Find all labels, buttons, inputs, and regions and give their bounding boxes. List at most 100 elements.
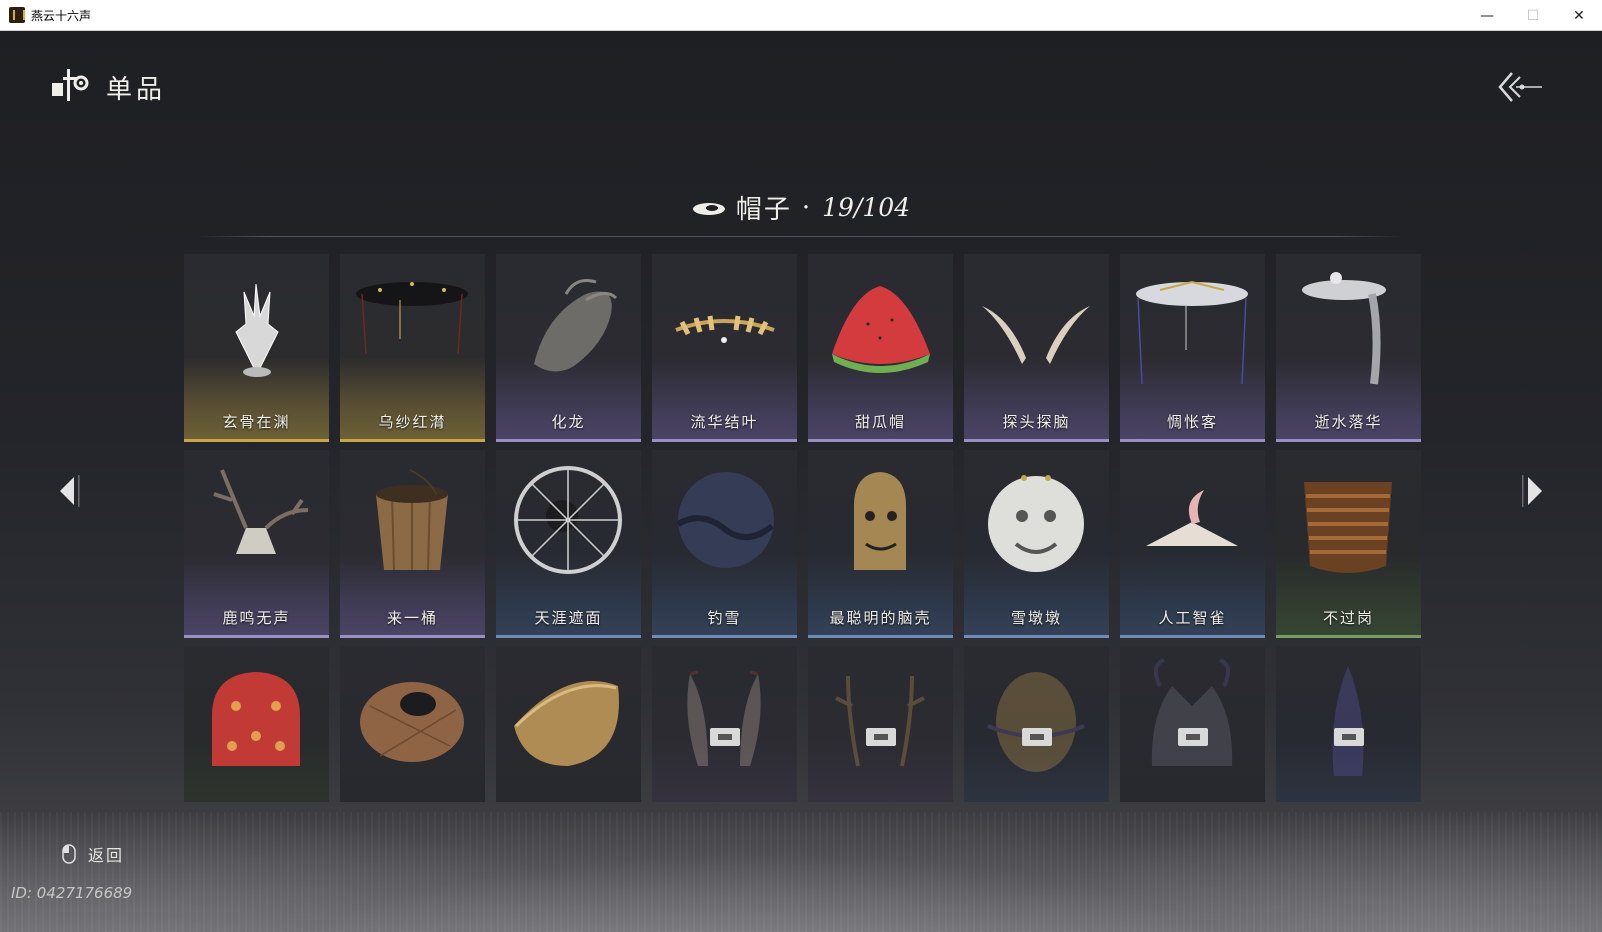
watermelon-hat-icon <box>832 286 930 373</box>
hat-item-card[interactable]: 逝水落华 <box>1276 254 1421 442</box>
hat-item-card[interactable]: 流华结叶 <box>652 254 797 442</box>
hat-item-name: 人工智雀 <box>1158 609 1227 627</box>
category-header: 帽子 · 19/104 <box>0 189 1602 226</box>
lock-icon <box>1178 728 1208 746</box>
category-name: 帽子 <box>735 195 792 225</box>
game-viewport: 单品 帽子 · 19/104 玄骨在渊 乌纱红潸 化龙 流华结叶 甜瓜帽 探头探脑 惆怅客 逝… <box>0 31 1602 932</box>
rarity-bar <box>652 635 797 638</box>
deer-skull-icon <box>213 469 309 554</box>
hat-item-card[interactable] <box>184 646 329 802</box>
snow-ground-decoration <box>0 812 1602 932</box>
hat-item-name: 天涯遮面 <box>534 609 603 627</box>
antler-crown-icon <box>835 675 925 767</box>
dark-cloth-hood-icon <box>676 472 774 568</box>
app-icon <box>9 7 25 23</box>
header-divider <box>197 236 1404 237</box>
hat-item-card[interactable]: 乌纱红潸 <box>340 254 485 442</box>
hat-item-name: 鹿鸣无声 <box>222 609 291 627</box>
lock-icon <box>1334 728 1364 746</box>
hat-item-name: 来一桶 <box>386 609 438 627</box>
hat-item-name: 玄骨在渊 <box>222 413 291 431</box>
hat-item-name: 雪墩墩 <box>1010 609 1062 627</box>
rarity-bar <box>964 439 1109 442</box>
hat-item-card[interactable]: 人工智雀 <box>1120 450 1265 638</box>
window-titlebar: 燕云十六声 — ☐ ✕ <box>0 0 1602 31</box>
white-lion-head-icon <box>988 475 1084 572</box>
hat-item-card[interactable] <box>340 646 485 802</box>
player-id: ID: 0427176689 <box>11 884 133 902</box>
woven-basket-mask-icon <box>360 682 464 762</box>
hat-item-name: 逝水落华 <box>1314 413 1383 431</box>
hat-item-card[interactable] <box>652 646 797 802</box>
minimize-button[interactable]: — <box>1464 0 1510 31</box>
golden-bell-head-icon <box>854 472 906 570</box>
hat-item-name: 化龙 <box>551 413 586 431</box>
wheel-veil-icon <box>514 466 622 574</box>
page-title: 单品 <box>106 75 167 105</box>
hat-item-name: 最聪明的脑壳 <box>829 609 932 627</box>
hat-item-name: 探头探脑 <box>1002 413 1071 431</box>
rarity-bar <box>340 635 485 638</box>
hat-item-card[interactable]: 玄骨在渊 <box>184 254 329 442</box>
hat-item-card[interactable]: 鹿鸣无声 <box>184 450 329 638</box>
outfit-menu-icon <box>52 69 89 101</box>
white-bone-crown-icon <box>235 283 279 377</box>
dragon-head-icon <box>534 279 618 372</box>
hat-item-card[interactable]: 甜瓜帽 <box>808 254 953 442</box>
window-title: 燕云十六声 <box>31 8 92 23</box>
hat-item-card[interactable]: 化龙 <box>496 254 641 442</box>
red-horns-icon <box>687 670 761 766</box>
rarity-bar <box>1120 439 1265 442</box>
hat-item-card[interactable]: 不过岗 <box>1276 450 1421 638</box>
hat-item-card[interactable] <box>808 646 953 802</box>
hat-item-card[interactable]: 惆怅客 <box>1120 254 1265 442</box>
purple-plume-icon <box>1332 666 1364 776</box>
rarity-bar <box>340 439 485 442</box>
back-control[interactable]: 返回 <box>62 842 124 866</box>
category-separator: · <box>801 192 813 223</box>
rarity-bar <box>1276 635 1421 638</box>
hat-item-card[interactable]: 雪墩墩 <box>964 450 1109 638</box>
rarity-bar <box>1120 635 1265 638</box>
hat-item-name: 钓雪 <box>707 609 742 627</box>
stacked-bowls-icon <box>1304 482 1392 573</box>
hat-item-card[interactable]: 钓雪 <box>652 450 797 638</box>
maximize-button[interactable]: ☐ <box>1510 0 1556 31</box>
wooden-bucket-icon <box>376 469 448 571</box>
hat-item-card[interactable]: 来一桶 <box>340 450 485 638</box>
lock-icon <box>866 728 896 746</box>
silver-crown-veil-icon <box>1302 272 1386 385</box>
rarity-bar <box>1276 439 1421 442</box>
hat-item-card[interactable] <box>1276 646 1421 802</box>
hat-item-card[interactable] <box>1120 646 1265 802</box>
hat-category-icon <box>692 202 725 215</box>
hat-item-name: 不过岗 <box>1322 609 1374 627</box>
rarity-bar <box>184 635 329 638</box>
feather-antennae-icon <box>982 306 1090 364</box>
hat-grid: 玄骨在渊 乌纱红潸 化龙 流华结叶 甜瓜帽 探头探脑 惆怅客 逝水落华鹿鸣无声 来一桶 天涯遮面 钓… <box>184 254 1421 802</box>
golden-mask-icon <box>987 672 1085 772</box>
rarity-bar <box>808 439 953 442</box>
rarity-bar <box>496 439 641 442</box>
rarity-bar <box>964 635 1109 638</box>
rarity-bar <box>808 635 953 638</box>
previous-page-arrow-icon[interactable] <box>54 471 84 511</box>
next-page-arrow-icon[interactable] <box>1518 471 1548 511</box>
collection-count: 19/104 <box>822 193 911 222</box>
hat-item-card[interactable]: 最聪明的脑壳 <box>808 450 953 638</box>
window-controls: — ☐ ✕ <box>1464 0 1602 31</box>
white-veiled-hat-icon <box>1136 280 1248 385</box>
black-veiled-hat-icon <box>356 282 468 355</box>
mouse-icon <box>62 844 76 864</box>
hat-item-card[interactable]: 天涯遮面 <box>496 450 641 638</box>
hat-item-card[interactable]: 探头探脑 <box>964 254 1109 442</box>
hat-item-card[interactable] <box>964 646 1109 802</box>
rarity-bar <box>184 439 329 442</box>
close-button[interactable]: ✕ <box>1556 0 1602 31</box>
back-arrow-icon[interactable] <box>1496 69 1544 105</box>
rarity-bar <box>496 635 641 638</box>
rarity-bar <box>652 439 797 442</box>
lock-icon <box>1022 728 1052 746</box>
hat-item-card[interactable] <box>496 646 641 802</box>
dark-beast-head-icon <box>1151 658 1233 766</box>
